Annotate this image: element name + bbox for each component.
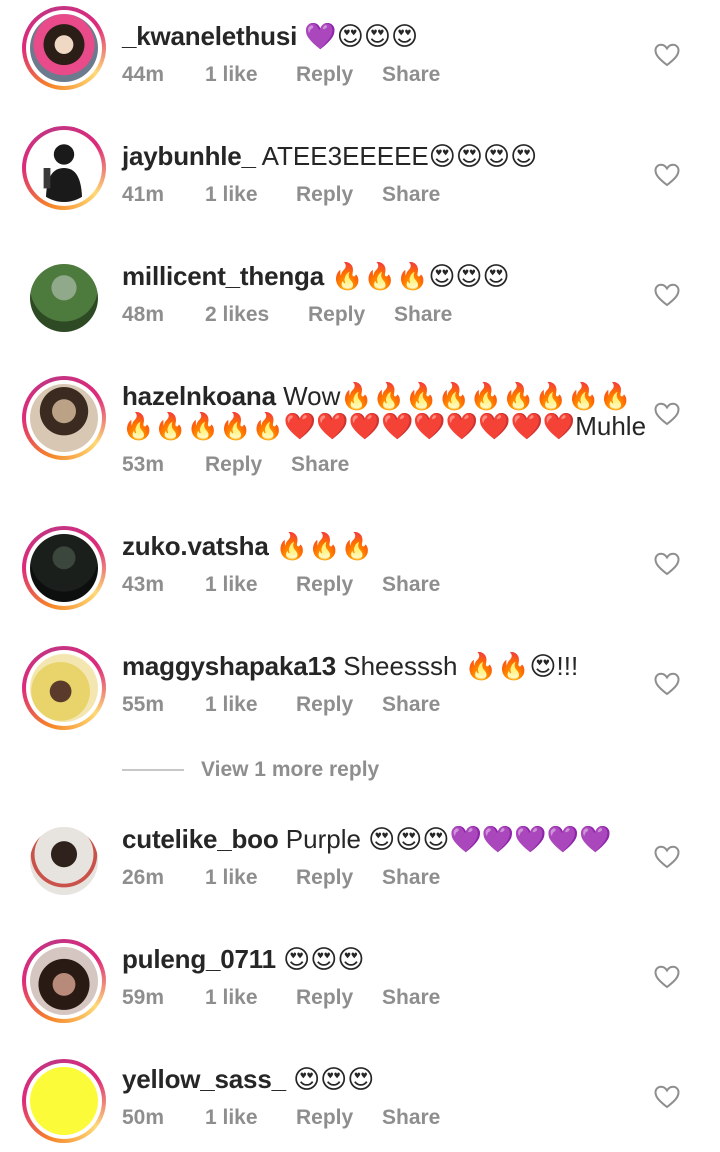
- comment-text: 😍😍😍: [283, 944, 365, 974]
- like-heart-icon[interactable]: [654, 283, 680, 307]
- comment-username[interactable]: yellow_sass_: [122, 1064, 286, 1094]
- avatar-silhouette-icon: [43, 144, 83, 202]
- avatar[interactable]: [22, 256, 106, 340]
- comment-text: 💜😍😍😍: [304, 21, 419, 51]
- comment-likes[interactable]: 1 like: [205, 573, 296, 597]
- comment-username[interactable]: puleng_0711: [122, 944, 276, 974]
- comment-text: 🔥🔥🔥: [275, 531, 373, 561]
- like-heart-icon[interactable]: [654, 402, 680, 426]
- like-heart-icon[interactable]: [654, 163, 680, 187]
- like-heart-icon[interactable]: [654, 965, 680, 989]
- avatar[interactable]: [22, 6, 106, 90]
- comment-likes[interactable]: 1 like: [205, 986, 296, 1010]
- comment-likes[interactable]: 1 like: [205, 866, 296, 890]
- comment-username[interactable]: hazelnkoana: [122, 381, 276, 411]
- view-more-replies-label[interactable]: View 1 more reply: [201, 758, 379, 782]
- share-button[interactable]: Share: [382, 183, 440, 207]
- like-heart-icon[interactable]: [654, 672, 680, 696]
- comment-time: 43m: [122, 573, 165, 596]
- comment-likes[interactable]: 2 likes: [205, 303, 308, 327]
- comment-time: 59m: [122, 986, 165, 1009]
- reply-button[interactable]: Reply: [296, 693, 382, 717]
- like-heart-icon[interactable]: [654, 552, 680, 576]
- view-more-replies[interactable]: View 1 more reply: [122, 757, 379, 783]
- comment-username[interactable]: jaybunhle_: [122, 141, 256, 171]
- reply-button[interactable]: Reply: [308, 303, 394, 327]
- comment-text-continued: 🔥🔥🔥🔥🔥❤️❤️❤️❤️❤️❤️❤️❤️❤️Muhle: [122, 411, 647, 441]
- reply-button[interactable]: Reply: [296, 986, 382, 1010]
- avatar[interactable]: [22, 126, 106, 210]
- avatar[interactable]: [22, 939, 106, 1023]
- comment-time: 44m: [122, 63, 165, 86]
- reply-button[interactable]: Reply: [296, 573, 382, 597]
- comment-likes[interactable]: 1 like: [205, 183, 296, 207]
- reply-button[interactable]: Reply: [296, 63, 382, 87]
- comment-likes[interactable]: 1 like: [205, 1106, 296, 1130]
- like-heart-icon[interactable]: [654, 845, 680, 869]
- avatar[interactable]: [22, 646, 106, 730]
- comment-time: 26m: [122, 866, 165, 889]
- comment-text: 😍😍😍: [293, 1064, 375, 1094]
- avatar[interactable]: [22, 376, 106, 460]
- share-button[interactable]: Share: [382, 63, 440, 87]
- share-button[interactable]: Share: [382, 1106, 440, 1130]
- comment-username[interactable]: _kwanelethusi: [122, 21, 297, 51]
- like-heart-icon[interactable]: [654, 1085, 680, 1109]
- avatar[interactable]: [22, 526, 106, 610]
- avatar[interactable]: [22, 1059, 106, 1143]
- reply-button[interactable]: Reply: [296, 866, 382, 890]
- comment-username[interactable]: millicent_thenga: [122, 261, 324, 291]
- reply-button[interactable]: Reply: [296, 183, 382, 207]
- share-button[interactable]: Share: [382, 866, 440, 890]
- share-button[interactable]: Share: [382, 693, 440, 717]
- share-button[interactable]: Share: [382, 986, 440, 1010]
- comment-time: 41m: [122, 183, 165, 206]
- comment-likes[interactable]: 1 like: [205, 693, 296, 717]
- comment-time: 48m: [122, 303, 165, 326]
- comment-text: Wow🔥🔥🔥🔥🔥🔥🔥🔥🔥: [283, 381, 632, 411]
- avatar[interactable]: [22, 819, 106, 903]
- reply-button[interactable]: Reply: [205, 453, 291, 477]
- like-heart-icon[interactable]: [654, 43, 680, 67]
- comment-username[interactable]: zuko.vatsha: [122, 531, 269, 561]
- replies-divider: [122, 769, 184, 771]
- comment-time: 50m: [122, 1106, 165, 1129]
- comment-likes[interactable]: 1 like: [205, 63, 296, 87]
- reply-button[interactable]: Reply: [296, 1106, 382, 1130]
- comment-username[interactable]: maggyshapaka13: [122, 651, 336, 681]
- comment-text: 🔥🔥🔥😍😍😍: [331, 261, 510, 291]
- share-button[interactable]: Share: [291, 453, 349, 477]
- share-button[interactable]: Share: [394, 303, 452, 327]
- comment-time: 53m: [122, 453, 165, 476]
- comment-username[interactable]: cutelike_boo: [122, 824, 279, 854]
- comment-text: Sheesssh 🔥🔥😍!!!: [343, 651, 579, 681]
- comment-text: ATEE3EEEEE😍😍😍😍: [261, 141, 538, 171]
- comment-text: Purple 😍😍😍💜💜💜💜💜: [285, 824, 612, 854]
- comment-time: 55m: [122, 693, 165, 716]
- share-button[interactable]: Share: [382, 573, 440, 597]
